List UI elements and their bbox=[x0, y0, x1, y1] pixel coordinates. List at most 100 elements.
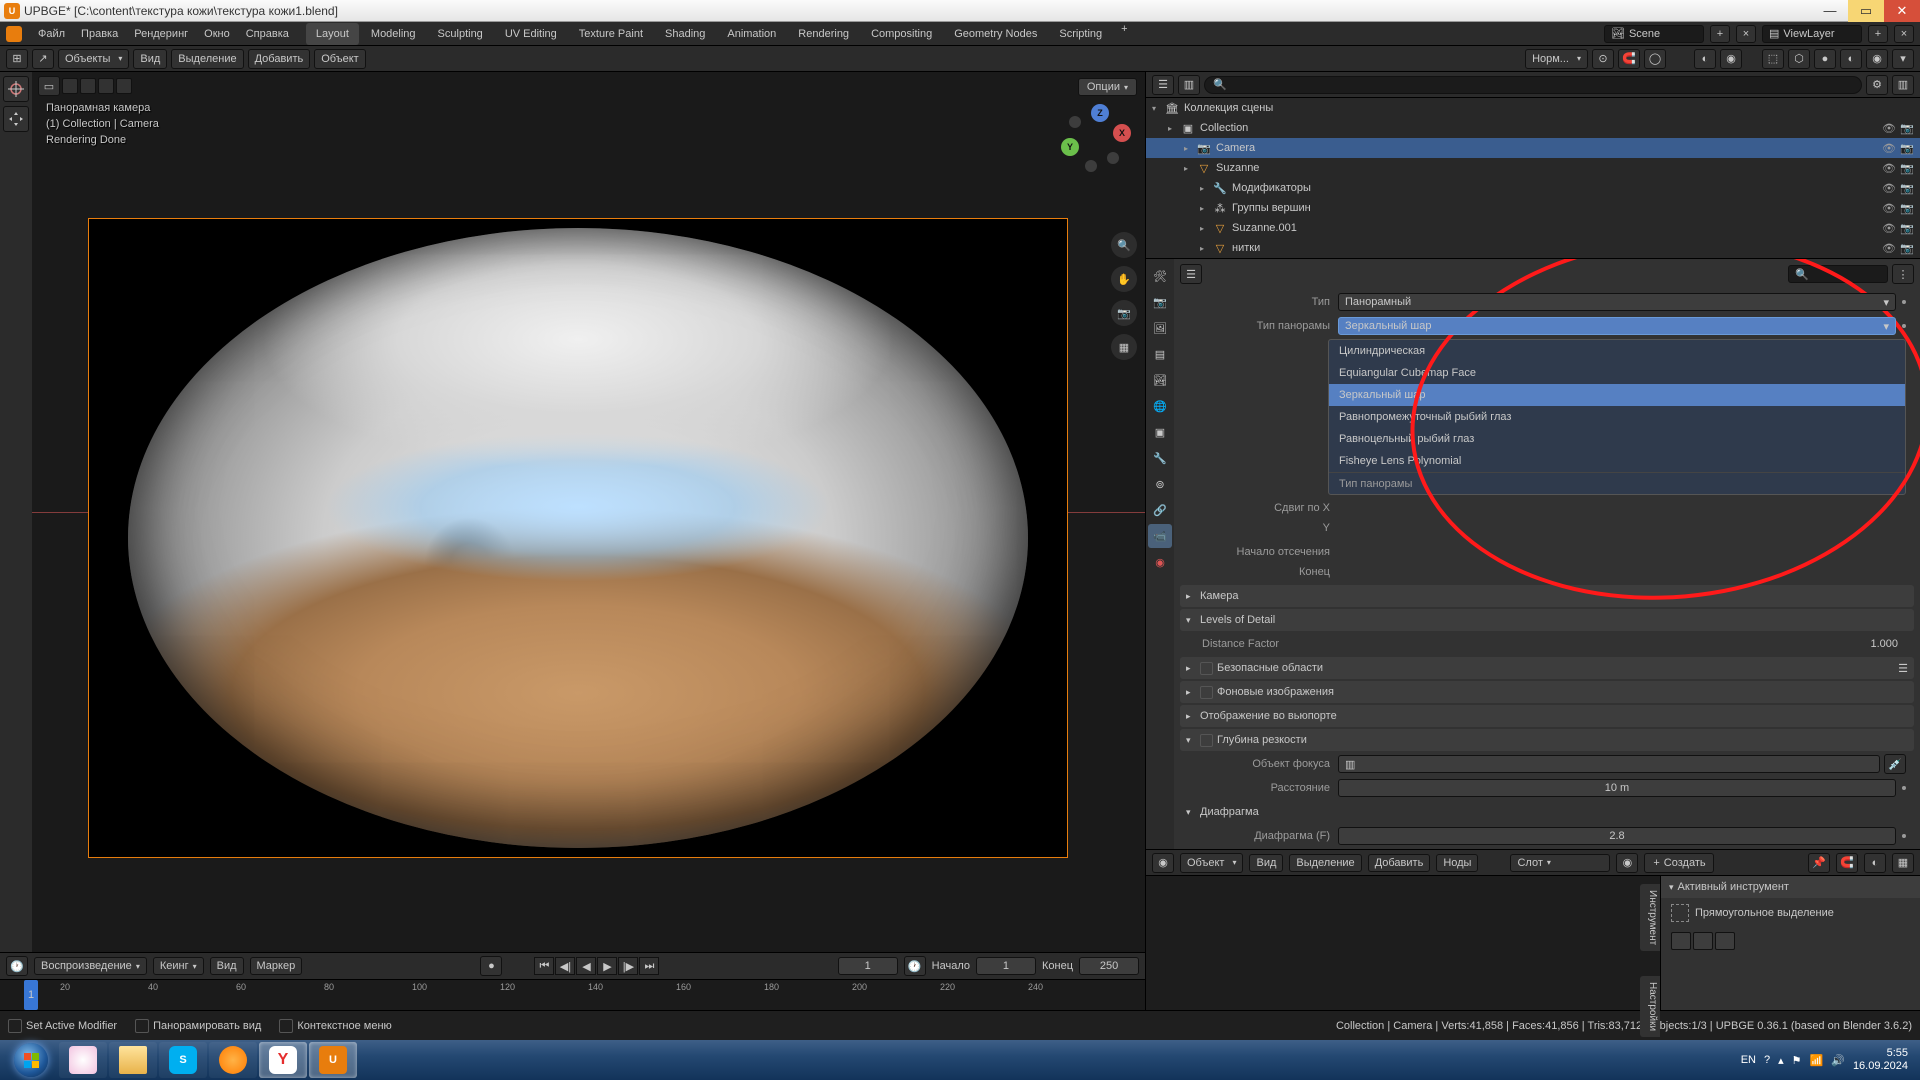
menu-file[interactable]: Файл bbox=[30, 22, 73, 46]
jump-end-icon[interactable]: ⏭ bbox=[639, 957, 659, 975]
viewport-options[interactable]: Опции bbox=[1078, 78, 1137, 96]
list-icon[interactable]: ☰ bbox=[1898, 662, 1908, 675]
outliner-item[interactable]: ▸📷Camera👁📷 bbox=[1146, 138, 1920, 158]
eye-icon[interactable]: 👁 bbox=[1882, 181, 1896, 195]
slot-select[interactable]: Слот bbox=[1510, 854, 1610, 872]
lens-type-select[interactable]: Панорамный▾ bbox=[1338, 293, 1896, 311]
cursor-tool-icon[interactable] bbox=[3, 76, 29, 102]
section-dof[interactable]: ▾Глубина резкости bbox=[1180, 729, 1914, 751]
scene-selector[interactable]: 🏞Scene bbox=[1604, 25, 1704, 43]
shader-nodes[interactable]: Ноды bbox=[1436, 854, 1478, 872]
timeline-playback[interactable]: Воспроизведение bbox=[34, 957, 147, 975]
outliner-type-icon[interactable]: ☰ bbox=[1152, 75, 1174, 95]
menu-select[interactable]: Выделение bbox=[171, 49, 243, 69]
timeline-editor-type[interactable]: 🕐 bbox=[6, 956, 28, 976]
task-browser[interactable]: Y bbox=[259, 1042, 307, 1078]
tab-modeling[interactable]: Modeling bbox=[361, 23, 426, 45]
menu-add[interactable]: Добавить bbox=[248, 49, 311, 69]
pan-icon[interactable]: ✋ bbox=[1111, 266, 1137, 292]
outliner-item[interactable]: ▸🔧Модификаторы👁📷 bbox=[1146, 178, 1920, 198]
outliner-item[interactable]: ▸▽Suzanne👁📷 bbox=[1146, 158, 1920, 178]
play-icon[interactable]: ▶ bbox=[597, 957, 617, 975]
select-mode-subtract-icon[interactable] bbox=[1715, 932, 1735, 950]
render-icon[interactable]: 📷 bbox=[1900, 141, 1914, 155]
shading-options[interactable]: ▾ bbox=[1892, 49, 1914, 69]
select-tweak-icon[interactable] bbox=[62, 78, 78, 94]
tab-layout[interactable]: Layout bbox=[306, 23, 359, 45]
task-mediaplayer[interactable] bbox=[209, 1042, 257, 1078]
fstop-field[interactable]: 2.8 bbox=[1338, 827, 1896, 845]
tray-flag-icon[interactable]: ⚑ bbox=[1792, 1054, 1802, 1067]
select-tool-icon[interactable]: ▭ bbox=[38, 76, 60, 96]
tray-clock[interactable]: 5:55 16.09.2024 bbox=[1853, 1047, 1908, 1073]
tab-rendering[interactable]: Rendering bbox=[788, 23, 859, 45]
tab-geonodes[interactable]: Geometry Nodes bbox=[944, 23, 1047, 45]
3d-viewport[interactable]: ▭ Панорамная камера (1) Collection | Cam… bbox=[32, 72, 1145, 952]
outliner-filter-icon[interactable]: ⚙ bbox=[1866, 75, 1888, 95]
focus-object-field[interactable]: ▥ bbox=[1338, 755, 1880, 773]
menu-help[interactable]: Справка bbox=[238, 22, 297, 46]
overlay-toggle[interactable]: ◉ bbox=[1720, 49, 1742, 69]
outliner-display-icon[interactable]: ▥ bbox=[1178, 75, 1200, 95]
gizmo-z-icon[interactable]: Z bbox=[1091, 104, 1109, 122]
render-icon[interactable]: 📷 bbox=[1900, 181, 1914, 195]
section-bg-images[interactable]: ▸Фоновые изображения bbox=[1180, 681, 1914, 703]
eye-icon[interactable]: 👁 bbox=[1882, 241, 1896, 255]
outliner-item[interactable]: ▸⁂Группы вершин👁📷 bbox=[1146, 198, 1920, 218]
menu-edit[interactable]: Правка bbox=[73, 22, 126, 46]
prop-tab-scene-icon[interactable]: 🏞 bbox=[1148, 368, 1172, 392]
material-new-button[interactable]: + Создать bbox=[1644, 853, 1714, 873]
nav-gizmo[interactable]: X Y Z bbox=[1057, 104, 1137, 184]
tray-network-icon[interactable]: 📶 bbox=[1810, 1054, 1824, 1067]
tray-volume-icon[interactable]: 🔊 bbox=[1831, 1054, 1845, 1067]
tab-animation[interactable]: Animation bbox=[717, 23, 786, 45]
prop-tab-modifier-icon[interactable]: 🔧 bbox=[1148, 446, 1172, 470]
eye-icon[interactable]: 👁 bbox=[1882, 221, 1896, 235]
tab-add-button[interactable]: + bbox=[1113, 23, 1135, 45]
section-aperture[interactable]: ▾Диафрагма bbox=[1180, 801, 1914, 823]
panorama-type-option[interactable]: Fisheye Lens Polynomial bbox=[1329, 450, 1905, 472]
shader-editor-type-icon[interactable]: ◉ bbox=[1152, 853, 1174, 873]
node-graph-area[interactable]: Инструмент Настройки bbox=[1146, 876, 1660, 1010]
blender-logo[interactable] bbox=[6, 26, 22, 42]
timeline-marker[interactable]: Маркер bbox=[250, 957, 303, 975]
window-close-button[interactable]: ✕ bbox=[1884, 0, 1920, 22]
start-button[interactable] bbox=[4, 1041, 58, 1079]
viewlayer-selector[interactable]: ▤ViewLayer bbox=[1762, 25, 1862, 43]
focus-distance-field[interactable]: 10 m bbox=[1338, 779, 1896, 797]
anim-dot-icon[interactable] bbox=[1902, 300, 1906, 304]
gizmo-x-icon[interactable]: X bbox=[1113, 124, 1131, 142]
proportional-button[interactable]: ◯ bbox=[1644, 49, 1666, 69]
viewlayer-new-button[interactable]: + bbox=[1868, 25, 1888, 43]
timeline-view[interactable]: Вид bbox=[210, 957, 244, 975]
select-box-icon[interactable] bbox=[80, 78, 96, 94]
eye-icon[interactable]: 👁 bbox=[1882, 201, 1896, 215]
snap-button[interactable]: 🧲 bbox=[1618, 49, 1640, 69]
shader-add[interactable]: Добавить bbox=[1368, 854, 1431, 872]
end-frame-field[interactable]: 250 bbox=[1079, 957, 1139, 975]
prop-tab-data-icon[interactable]: 📹 bbox=[1148, 524, 1172, 548]
prop-tab-material-icon[interactable]: ◉ bbox=[1148, 550, 1172, 574]
start-frame-field[interactable]: 1 bbox=[976, 957, 1036, 975]
render-icon[interactable]: 📷 bbox=[1900, 161, 1914, 175]
tray-lang[interactable]: EN bbox=[1741, 1054, 1756, 1066]
zoom-icon[interactable]: 🔍 bbox=[1111, 232, 1137, 258]
shading-rendered[interactable]: ◉ bbox=[1866, 49, 1888, 69]
panorama-type-option[interactable]: Равноцельный рыбий глаз bbox=[1329, 428, 1905, 450]
select-mode-set-icon[interactable] bbox=[1671, 932, 1691, 950]
pivot-button[interactable]: ⊙ bbox=[1592, 49, 1614, 69]
jump-start-icon[interactable]: ⏮ bbox=[534, 957, 554, 975]
outliner-search-input[interactable]: 🔍 bbox=[1204, 76, 1862, 94]
outliner-scene-collection[interactable]: ▾🏛Коллекция сцены bbox=[1146, 98, 1920, 118]
orientation-select[interactable]: Норм... bbox=[1525, 49, 1588, 69]
panorama-type-option[interactable]: Цилиндрическая bbox=[1329, 340, 1905, 362]
play-reverse-icon[interactable]: ◀ bbox=[576, 957, 596, 975]
sidebar-tab-settings[interactable]: Настройки bbox=[1640, 976, 1660, 1037]
prop-tab-object-icon[interactable]: ▣ bbox=[1148, 420, 1172, 444]
select-mode-extend-icon[interactable] bbox=[1693, 932, 1713, 950]
shading-solid[interactable]: ● bbox=[1814, 49, 1836, 69]
select-circle-icon[interactable] bbox=[98, 78, 114, 94]
mode-icon-button[interactable]: ↗ bbox=[32, 49, 54, 69]
prop-tab-render-icon[interactable]: 📷 bbox=[1148, 290, 1172, 314]
bg-images-checkbox[interactable] bbox=[1200, 686, 1213, 699]
